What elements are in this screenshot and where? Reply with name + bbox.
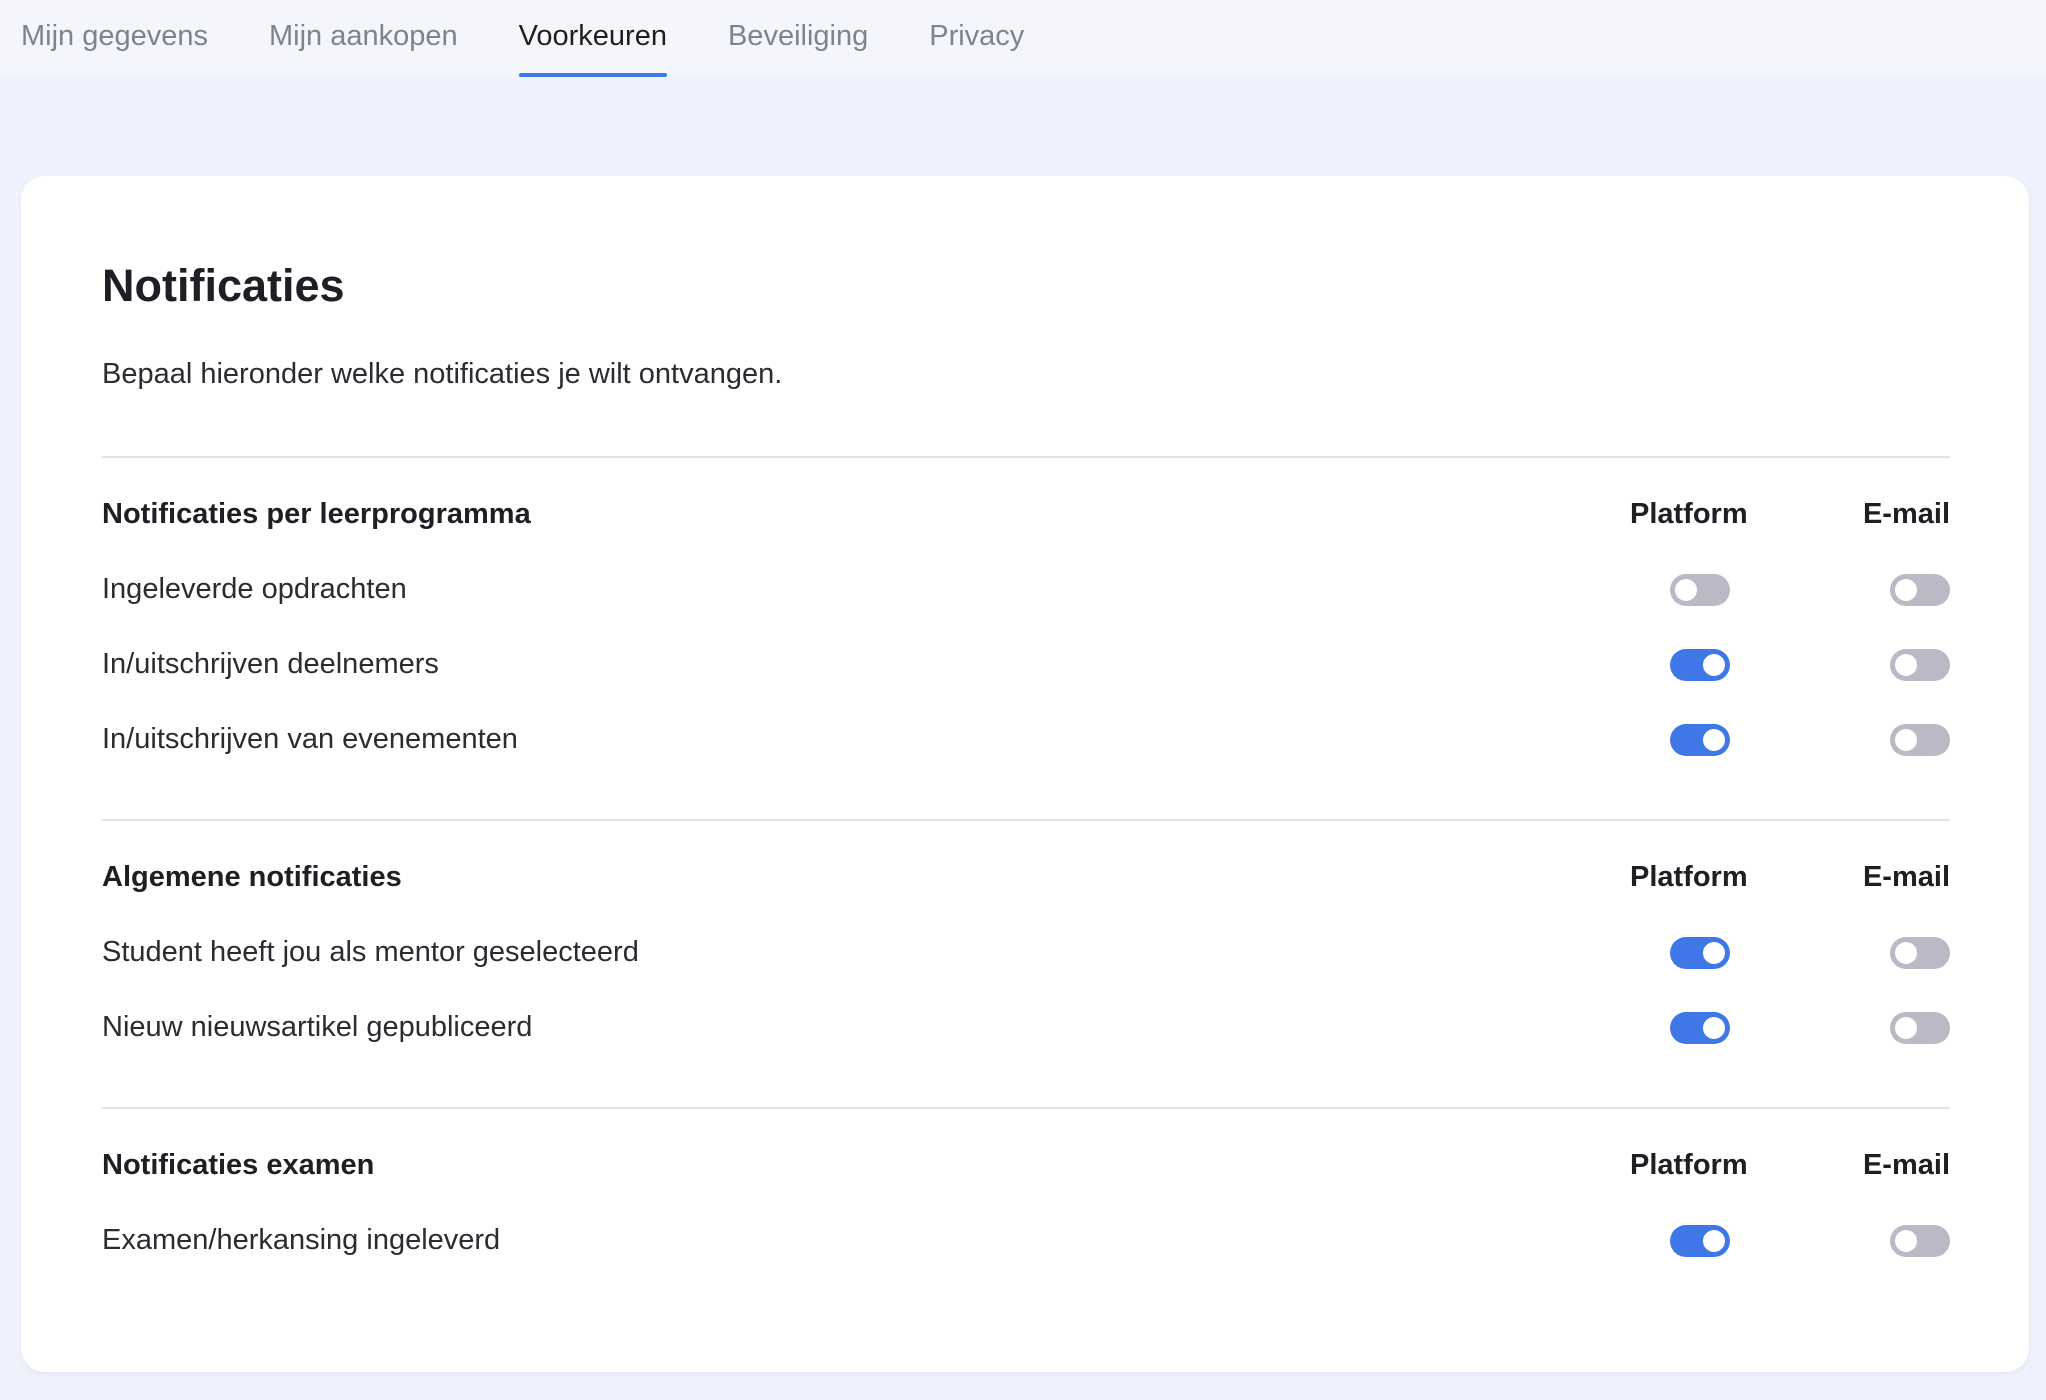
preference-label: Student heeft jou als mentor geselecteer… [102,936,639,968]
preference-row: Student heeft jou als mentor geselecteer… [102,915,1950,990]
email-toggle[interactable] [1890,574,1950,606]
toggle-knob [1703,1017,1725,1039]
preference-label: Nieuw nieuwsartikel gepubliceerd [102,1011,533,1043]
toggle-knob [1895,729,1917,751]
platform-toggle[interactable] [1670,724,1730,756]
settings-tab-bar: Mijn gegevens Mijn aankopen Voorkeuren B… [0,0,2046,77]
preference-label: Ingeleverde opdrachten [102,573,407,605]
email-toggle[interactable] [1890,724,1950,756]
preference-row: Ingeleverde opdrachten [102,552,1950,627]
email-toggle[interactable] [1890,649,1950,681]
column-label-platform: Platform [1630,1149,1748,1181]
preference-row: Nieuw nieuwsartikel gepubliceerd [102,990,1950,1065]
tab-list: Mijn gegevens Mijn aankopen Voorkeuren B… [21,0,1085,77]
email-toggle[interactable] [1890,1225,1950,1257]
toggle-knob [1703,729,1725,751]
section-divider [102,1107,1950,1109]
section-divider [102,456,1950,458]
toggle-knob [1895,654,1917,676]
section-header: Algemene notificaties Platform E-mail [102,840,1950,915]
tab-mijn-aankopen[interactable]: Mijn aankopen [269,0,458,77]
column-label-email: E-mail [1862,1149,1950,1181]
column-label-email: E-mail [1862,861,1950,893]
toggle-knob [1703,1230,1725,1252]
email-toggle[interactable] [1890,937,1950,969]
toggle-knob [1895,1017,1917,1039]
preference-label: Examen/herkansing ingeleverd [102,1224,501,1256]
section-header: Notificaties examen Platform E-mail [102,1128,1950,1203]
platform-toggle[interactable] [1670,574,1730,606]
toggle-knob [1703,654,1725,676]
platform-toggle[interactable] [1670,649,1730,681]
preference-label: In/uitschrijven van evenementen [102,723,518,755]
tab-mijn-gegevens[interactable]: Mijn gegevens [21,0,208,77]
preference-row: In/uitschrijven van evenementen [102,702,1950,777]
toggle-knob [1703,942,1725,964]
toggle-knob [1895,942,1917,964]
column-label-platform: Platform [1630,498,1748,530]
section-title: Algemene notificaties [102,861,402,893]
email-toggle[interactable] [1890,1012,1950,1044]
notifications-card: Notificaties Bepaal hieronder welke noti… [21,176,2029,1372]
page-title: Notificaties [102,260,345,311]
toggle-knob [1895,1230,1917,1252]
page-description: Bepaal hieronder welke notificaties je w… [102,358,783,390]
section-divider [102,819,1950,821]
section-title: Notificaties per leerprogramma [102,498,531,530]
preference-row: Examen/herkansing ingeleverd [102,1203,1950,1278]
preference-label: In/uitschrijven deelnemers [102,648,439,680]
toggle-knob [1675,579,1697,601]
column-label-platform: Platform [1630,861,1748,893]
platform-toggle[interactable] [1670,1225,1730,1257]
section-header: Notificaties per leerprogramma Platform … [102,477,1950,552]
section-title: Notificaties examen [102,1149,375,1181]
toggle-knob [1895,579,1917,601]
preference-row: In/uitschrijven deelnemers [102,627,1950,702]
tab-beveiliging[interactable]: Beveiliging [728,0,868,77]
platform-toggle[interactable] [1670,1012,1730,1044]
column-label-email: E-mail [1862,498,1950,530]
platform-toggle[interactable] [1670,937,1730,969]
tab-voorkeuren[interactable]: Voorkeuren [518,0,668,77]
tab-privacy[interactable]: Privacy [929,0,1024,77]
